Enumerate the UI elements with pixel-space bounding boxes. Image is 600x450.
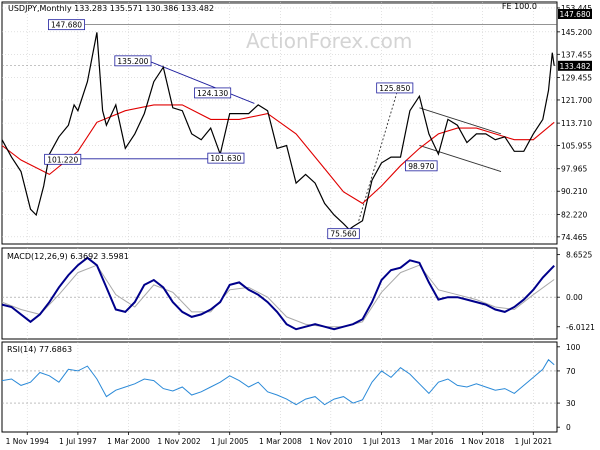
x-tick-label-5: 1 Mar 2008 (259, 437, 302, 446)
watermark: ActionForex.com (246, 29, 412, 53)
price-ytick-label-3: 129.455 (561, 73, 592, 82)
macd-ytick-label-1: 0.00 (566, 293, 583, 302)
x-tick-label-3: 1 Nov 2002 (157, 437, 200, 446)
x-tick-label-10: 1 Jul 2021 (514, 437, 552, 446)
last-price-tag: 133.482 (559, 62, 590, 71)
rsi-ytick-label-0: 100 (566, 343, 581, 352)
annotation-label-1: 135.200 (117, 57, 148, 66)
fe-level-label: FE 100.0 (502, 2, 537, 11)
price-ytick-label-2: 137.455 (561, 50, 592, 59)
rsi-ytick-label-2: 30 (566, 399, 576, 408)
price-ytick-label-10: 74.465 (561, 233, 587, 242)
price-ytick-label-7: 97.965 (561, 165, 587, 174)
rsi-ytick-label-3: 0 (566, 423, 571, 432)
x-tick-label-7: 1 Jul 2013 (363, 437, 401, 446)
usdjpy-monthly-chart: ActionForex.com 147.680 135.200 124.130 125… (0, 0, 600, 450)
price-ytick-label-4: 121.700 (561, 96, 592, 105)
annotation-label-5: 101.630 (210, 154, 241, 163)
annotation-label-3: 125.850 (379, 84, 410, 93)
rsi-label: RSI(14) 77.6863 (7, 345, 72, 354)
x-tick-label-1: 1 Jul 1997 (59, 437, 97, 446)
annotation-label-2: 124.130 (197, 89, 228, 98)
macd-ytick-label-0: 8.6525 (566, 251, 592, 260)
price-ytick-label-1: 145.200 (561, 28, 592, 37)
x-tick-label-4: 1 Jul 2005 (211, 437, 249, 446)
x-tick-label-6: 1 Nov 2010 (309, 437, 352, 446)
annotation-label-6: 98.970 (408, 162, 434, 171)
annotation-label-7: 75.560 (330, 230, 356, 239)
price-ytick-label-5: 113.710 (561, 119, 592, 128)
x-tick-label-8: 1 Mar 2016 (411, 437, 454, 446)
price-ytick-label-9: 82.220 (561, 210, 587, 219)
x-tick-label-2: 1 Mar 2000 (107, 437, 150, 446)
x-tick-label-0: 1 Nov 1994 (6, 437, 49, 446)
macd-label: MACD(12,26,9) 6.3692 3.5981 (7, 252, 129, 261)
annotation-label-4: 101.220 (47, 155, 78, 164)
price-ytick-label-6: 105.955 (561, 142, 592, 151)
price-ytick-label-8: 90.210 (561, 187, 587, 196)
annotation-label-0: 147.680 (51, 21, 82, 30)
macd-ytick-label-2: -6.0121 (566, 323, 595, 332)
price-tag-high: 147.680 (559, 10, 590, 19)
chart-header: USDJPY,Monthly 133.283 135.571 130.386 1… (8, 4, 214, 13)
rsi-ytick-label-1: 70 (566, 367, 576, 376)
x-tick-label-9: 1 Nov 2018 (461, 437, 504, 446)
